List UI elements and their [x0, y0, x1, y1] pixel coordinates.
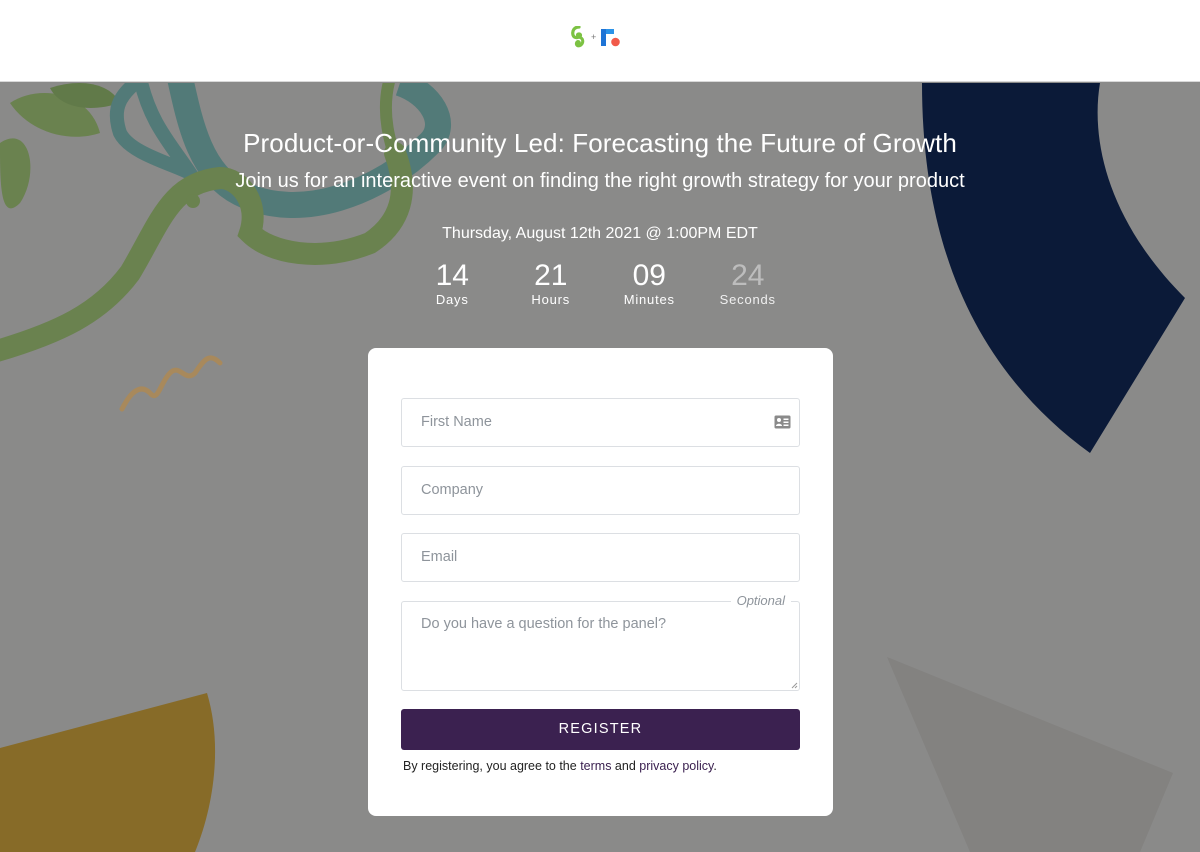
countdown-minutes: 09 Minutes	[600, 258, 699, 307]
question-textarea[interactable]: Optional Do you have a question for the …	[401, 593, 800, 691]
countdown-timer: 14 Days 21 Hours 09 Minutes 24 Seconds	[403, 258, 797, 307]
top-header: +	[0, 0, 1200, 82]
registration-form: First Name Company Email Optional Do you…	[368, 348, 833, 816]
gray-polygon-shape	[887, 657, 1173, 852]
r-logo-icon	[601, 29, 621, 47]
legal-and: and	[611, 759, 640, 773]
email-placeholder: Email	[421, 549, 458, 565]
countdown-hours: 21 Hours	[502, 258, 601, 307]
company-placeholder: Company	[421, 482, 484, 498]
logo-separator: +	[591, 32, 597, 42]
privacy-policy-link[interactable]: privacy policy	[639, 759, 713, 773]
countdown-value: 14	[435, 259, 469, 292]
email-input[interactable]: Email	[401, 533, 800, 582]
register-button[interactable]: REGISTER	[401, 709, 800, 750]
company-input[interactable]: Company	[401, 466, 800, 515]
countdown-seconds: 24 Seconds	[699, 258, 798, 307]
event-title: Product-or-Community Led: Forecasting th…	[243, 128, 957, 158]
question-placeholder: Do you have a question for the panel?	[421, 616, 667, 632]
contact-card-icon[interactable]	[774, 415, 791, 429]
first-name-placeholder: First Name	[421, 414, 492, 430]
countdown-label: Hours	[531, 292, 571, 307]
green-dot-shape	[186, 194, 200, 208]
countdown-label: Days	[435, 292, 469, 307]
chameleon-logo-icon	[571, 26, 585, 48]
resize-handle-icon[interactable]	[791, 682, 798, 689]
brand-logo[interactable]: +	[571, 24, 629, 50]
event-subtitle: Join us for an interactive event on find…	[235, 170, 965, 192]
gold-shape	[0, 693, 216, 852]
countdown-value: 24	[731, 259, 765, 292]
countdown-label: Seconds	[719, 292, 776, 307]
legal-notice: By registering, you agree to the terms a…	[403, 759, 717, 773]
countdown-value: 09	[632, 259, 666, 292]
first-name-input[interactable]: First Name	[401, 398, 800, 447]
countdown-days: 14 Days	[403, 258, 502, 307]
countdown-label: Minutes	[623, 292, 675, 307]
event-date: Thursday, August 12th 2021 @ 1:00PM EDT	[442, 225, 758, 242]
optional-tag: Optional	[730, 593, 791, 608]
squiggle-shape	[119, 355, 223, 412]
countdown-value: 21	[534, 259, 568, 292]
terms-link[interactable]: terms	[580, 759, 611, 773]
legal-suffix: .	[713, 759, 717, 773]
legal-prefix: By registering, you agree to the	[403, 759, 581, 773]
hero-section: Product-or-Community Led: Forecasting th…	[0, 83, 1200, 852]
